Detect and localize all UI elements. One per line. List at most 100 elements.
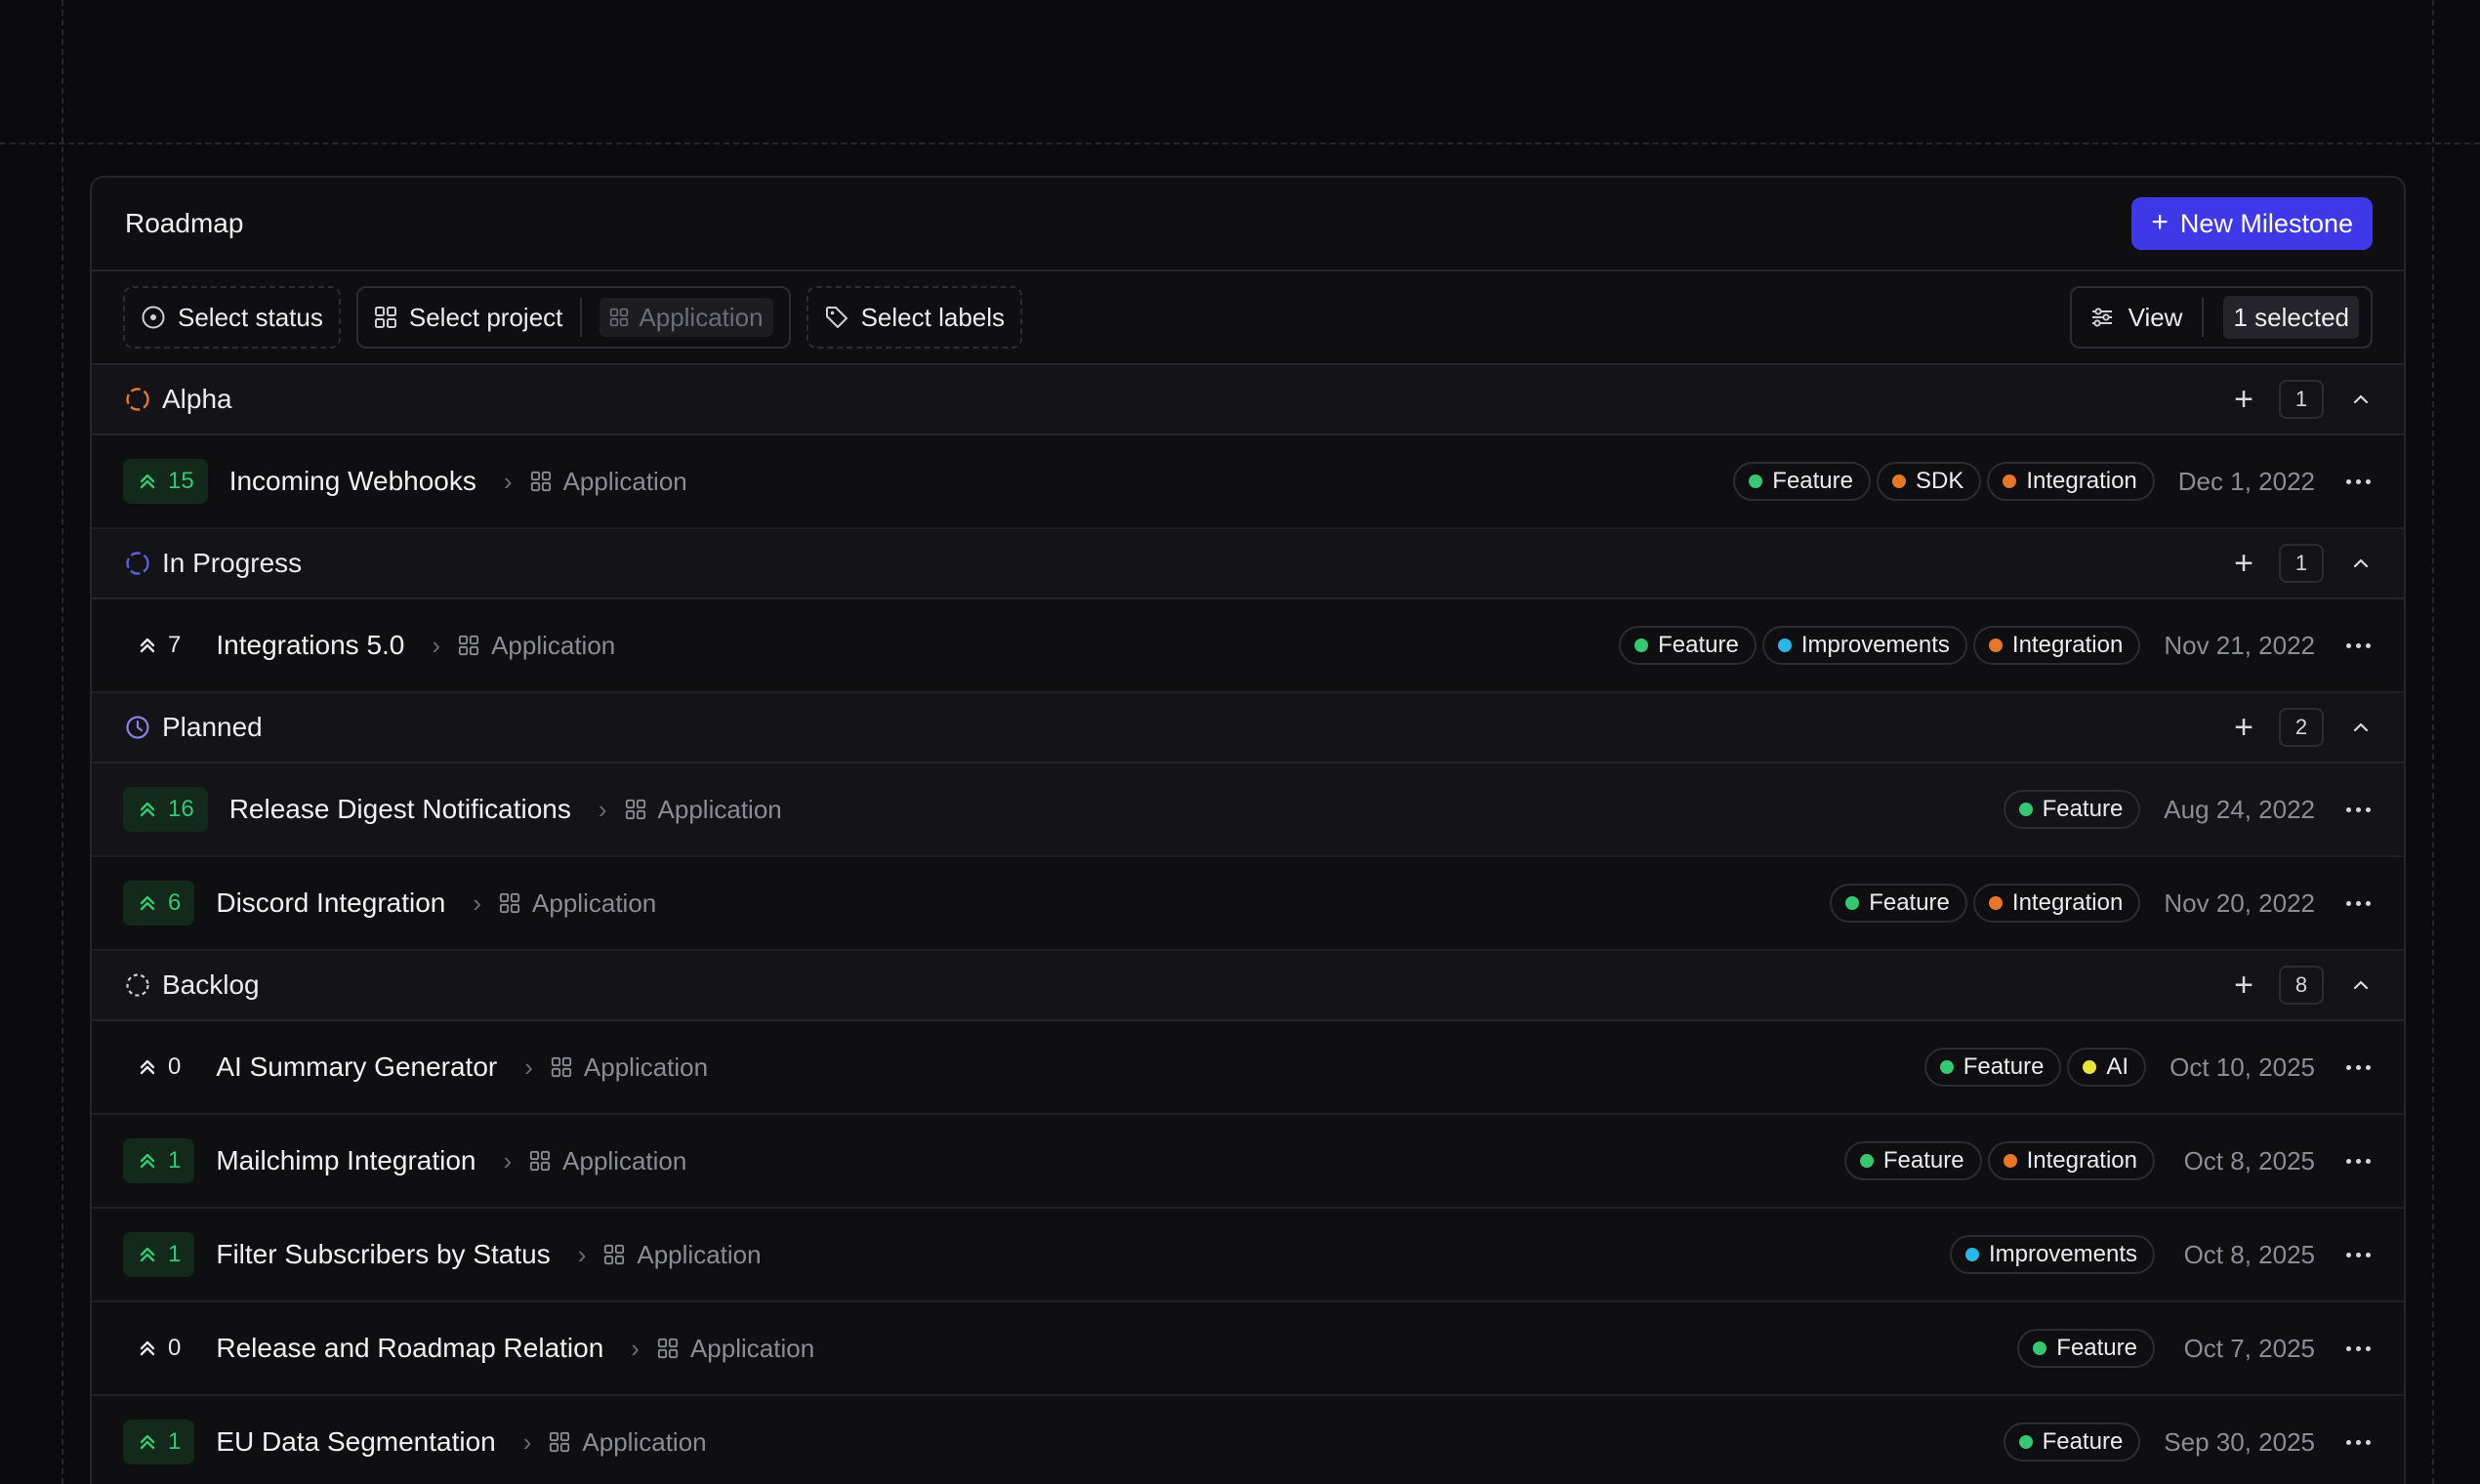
milestone-row[interactable]: 1 Mailchimp Integration › Application Featur…	[92, 1115, 2404, 1209]
milestone-title[interactable]: AI Summary Generator	[216, 1051, 497, 1083]
priority-chevrons-icon	[140, 638, 155, 653]
label-tag[interactable]: Feature	[1619, 626, 1757, 665]
label-color-dot	[1634, 639, 1649, 652]
label-tag[interactable]: SDK	[1877, 462, 1982, 501]
label-tag[interactable]: Improvements	[1761, 626, 1967, 665]
milestone-row[interactable]: 0 Release and Roadmap Relation › Applicatio…	[92, 1302, 2404, 1396]
milestone-row[interactable]: 1 Filter Subscribers by Status › Applicatio…	[92, 1209, 2404, 1302]
guide-line-left	[62, 0, 63, 1484]
project-name: Application	[582, 1426, 707, 1457]
add-item-plus-icon[interactable]: +	[2234, 383, 2253, 416]
collapse-chevron-up-icon[interactable]	[2349, 973, 2373, 997]
label-tag[interactable]: Integration	[1987, 462, 2155, 501]
label-tag[interactable]: Improvements	[1949, 1235, 2155, 1274]
chevron-right-icon: ›	[503, 466, 513, 496]
more-options-icon[interactable]	[2346, 806, 2371, 812]
project-link[interactable]: Application	[549, 1426, 707, 1458]
milestone-row[interactable]: 7 Integrations 5.0 › Application Feature Impr…	[92, 599, 2404, 693]
grid-icon	[458, 635, 479, 656]
milestone-title[interactable]: Release Digest Notifications	[229, 794, 571, 825]
grid-icon	[374, 307, 396, 328]
label-name: Feature	[2056, 1335, 2137, 1361]
group-header-planned[interactable]: Planned +2	[92, 693, 2404, 763]
milestone-title[interactable]: Incoming Webhooks	[229, 466, 476, 497]
project-link[interactable]: Application	[530, 467, 687, 497]
new-milestone-button[interactable]: + New Milestone	[2131, 197, 2373, 250]
milestone-row[interactable]: 0 AI Summary Generator › Application Feature…	[92, 1021, 2404, 1115]
group-header-in-progress[interactable]: In Progress +1	[92, 529, 2404, 599]
selected-count-chip[interactable]: 1 selected	[2223, 296, 2359, 339]
label-tag[interactable]: Integration	[1972, 884, 2141, 923]
priority-value: 15	[168, 468, 194, 494]
more-options-icon[interactable]	[2346, 642, 2371, 648]
more-options-icon[interactable]	[2346, 1345, 2371, 1351]
label-tag[interactable]: Integration	[1972, 626, 2141, 665]
project-link[interactable]: Application	[499, 888, 656, 919]
priority-badge: 16	[123, 787, 208, 832]
add-item-plus-icon[interactable]: +	[2234, 547, 2253, 580]
group-title: Planned	[125, 712, 263, 743]
milestone-title[interactable]: Release and Roadmap Relation	[216, 1333, 603, 1364]
milestone-row[interactable]: 1 EU Data Segmentation › Application Feature…	[92, 1396, 2404, 1484]
add-item-plus-icon[interactable]: +	[2234, 711, 2253, 744]
collapse-chevron-up-icon[interactable]	[2349, 716, 2373, 739]
select-labels-filter[interactable]: Select labels	[806, 286, 1023, 349]
more-options-icon[interactable]	[2346, 1064, 2371, 1070]
priority-badge: 1	[123, 1138, 195, 1183]
row-main: 7 Integrations 5.0 › Application	[123, 623, 615, 668]
priority-badge: 1	[123, 1420, 195, 1464]
project-link[interactable]: Application	[529, 1146, 686, 1176]
label-tag[interactable]: Feature	[2017, 1329, 2155, 1368]
more-options-icon[interactable]	[2346, 1439, 2371, 1445]
project-link[interactable]: Application	[625, 795, 782, 825]
project-link[interactable]: Application	[657, 1334, 814, 1364]
select-labels-label: Select labels	[860, 302, 1006, 332]
view-button[interactable]: View	[2129, 303, 2183, 333]
row-meta: Improvements Oct 8, 2025	[1949, 1235, 2371, 1274]
label-tag[interactable]: Feature	[2003, 1422, 2141, 1462]
milestone-title[interactable]: Mailchimp Integration	[216, 1145, 475, 1176]
collapse-chevron-up-icon[interactable]	[2349, 388, 2373, 411]
milestone-title[interactable]: EU Data Segmentation	[216, 1426, 495, 1458]
label-tag[interactable]: Feature	[1923, 1048, 2062, 1087]
group-name: In Progress	[162, 548, 303, 578]
group-header-backlog[interactable]: Backlog +8	[92, 951, 2404, 1021]
label-tag[interactable]: Feature	[1843, 1141, 1982, 1180]
milestone-title[interactable]: Filter Subscribers by Status	[216, 1239, 550, 1270]
label-color-dot	[1988, 896, 2003, 910]
label-color-dot	[1892, 474, 1906, 488]
label-tag[interactable]: Feature	[1733, 462, 1871, 501]
more-options-icon[interactable]	[2346, 900, 2371, 906]
milestone-row[interactable]: 15 Incoming Webhooks › Application Feature SD…	[92, 435, 2404, 529]
project-link[interactable]: Application	[551, 1052, 708, 1083]
select-status-filter[interactable]: Select status	[123, 286, 341, 349]
label-tag[interactable]: AI	[2067, 1048, 2147, 1087]
milestone-row[interactable]: 16 Release Digest Notifications › Applicati…	[92, 763, 2404, 857]
label-tag[interactable]: Integration	[1987, 1141, 2155, 1180]
milestone-title[interactable]: Discord Integration	[216, 887, 445, 919]
chevron-right-icon: ›	[503, 1145, 513, 1175]
label-tag[interactable]: Feature	[1830, 884, 1967, 923]
row-meta: Feature Oct 7, 2025	[2017, 1329, 2371, 1368]
more-options-icon[interactable]	[2346, 478, 2371, 484]
chevron-right-icon: ›	[524, 1051, 533, 1082]
project-link[interactable]: Application	[458, 631, 615, 661]
project-link[interactable]: Application	[603, 1240, 762, 1270]
add-item-plus-icon[interactable]: +	[2234, 969, 2253, 1002]
row-main: 16 Release Digest Notifications › Applicati…	[123, 787, 782, 832]
label-tag[interactable]: Feature	[2003, 790, 2141, 829]
row-main: 0 AI Summary Generator › Application	[123, 1045, 708, 1090]
select-project-filter[interactable]: Select project Application	[355, 286, 791, 349]
label-tags: Feature Integration	[1843, 1141, 2155, 1180]
more-options-icon[interactable]	[2346, 1252, 2371, 1257]
milestone-title[interactable]: Integrations 5.0	[216, 630, 404, 661]
more-options-icon[interactable]	[2346, 1158, 2371, 1164]
project-name: Application	[583, 1051, 709, 1082]
milestone-row[interactable]: 6 Discord Integration › Application Feature I…	[92, 857, 2404, 951]
collapse-chevron-up-icon[interactable]	[2349, 552, 2373, 575]
group-header-alpha[interactable]: Alpha +1	[92, 365, 2404, 435]
grid-icon	[551, 1056, 571, 1078]
chevron-right-icon: ›	[598, 794, 607, 824]
group-name: Planned	[162, 712, 263, 742]
selected-project-chip[interactable]: Application	[599, 298, 773, 337]
